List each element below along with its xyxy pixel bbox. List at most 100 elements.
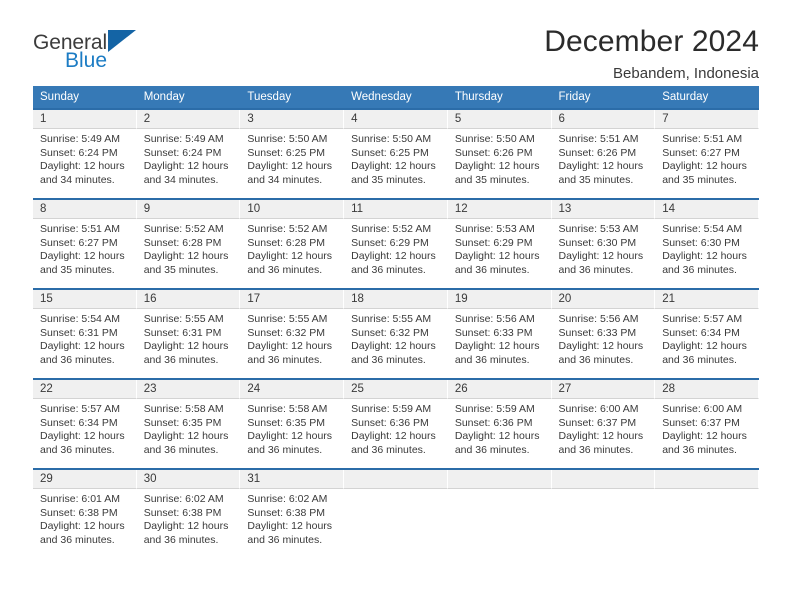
calendar-day-cell[interactable]: 20 Sunrise: 5:56 AM Sunset: 6:33 PM Dayligh… <box>551 288 656 379</box>
day-details: Sunrise: 5:50 AM Sunset: 6:25 PM Daylight:… <box>240 129 344 187</box>
day-details: Sunrise: 5:49 AM Sunset: 6:24 PM Daylight:… <box>137 129 241 187</box>
calendar-day-cell-empty <box>344 468 448 559</box>
sunrise-text: Sunrise: 6:02 AM <box>247 493 328 505</box>
sunset-text: Sunset: 6:28 PM <box>247 236 326 249</box>
calendar-day-cell[interactable]: 26 Sunrise: 5:59 AM Sunset: 6:36 PM Dayligh… <box>447 378 552 469</box>
sunset-text: Sunset: 6:38 PM <box>143 506 222 519</box>
sunrise-text: Sunrise: 5:50 AM <box>351 133 432 145</box>
sunrise-text: Sunrise: 5:51 AM <box>558 133 639 145</box>
weekday-header-wednesday: Wednesday <box>344 86 448 109</box>
day-number: 23 <box>136 380 241 399</box>
daylight-text: Daylight: 12 hours and 36 minutes. <box>40 430 125 456</box>
day-details: Sunrise: 6:00 AM Sunset: 6:37 PM Daylight:… <box>655 399 759 457</box>
day-details: Sunrise: 5:59 AM Sunset: 6:36 PM Daylight:… <box>344 399 448 457</box>
sunrise-text: Sunrise: 5:59 AM <box>454 403 535 415</box>
day-number: 7 <box>655 110 759 129</box>
daylight-text: Daylight: 12 hours and 36 minutes. <box>351 250 436 276</box>
calendar-day-cell[interactable]: 27 Sunrise: 6:00 AM Sunset: 6:37 PM Dayligh… <box>551 378 656 469</box>
sunrise-text: Sunrise: 5:49 AM <box>40 133 120 145</box>
calendar-day-cell[interactable]: 7 Sunrise: 5:51 AM Sunset: 6:27 PM Daylight… <box>655 108 759 199</box>
brand-logo[interactable]: General Blue <box>33 26 137 72</box>
sunset-text: Sunset: 6:27 PM <box>40 236 118 249</box>
calendar-week-row: 8 Sunrise: 5:51 AM Sunset: 6:27 PM Daylight… <box>33 198 759 289</box>
sunset-text: Sunset: 6:27 PM <box>662 146 740 159</box>
day-number: 12 <box>447 200 552 219</box>
day-number: 13 <box>551 200 656 219</box>
daylight-text: Daylight: 12 hours and 36 minutes. <box>40 520 125 546</box>
calendar-day-cell[interactable]: 11 Sunrise: 5:52 AM Sunset: 6:29 PM Dayligh… <box>344 198 448 289</box>
calendar-day-cell[interactable]: 1 Sunrise: 5:49 AM Sunset: 6:24 PM Daylight… <box>33 108 137 199</box>
page-header: General Blue December 2024 Bebandem, Ind… <box>0 0 792 81</box>
calendar-day-cell[interactable]: 4 Sunrise: 5:50 AM Sunset: 6:25 PM Daylight… <box>344 108 448 199</box>
calendar-day-cell[interactable]: 9 Sunrise: 5:52 AM Sunset: 6:28 PM Daylight… <box>136 198 241 289</box>
calendar-day-cell[interactable]: 8 Sunrise: 5:51 AM Sunset: 6:27 PM Daylight… <box>33 198 137 289</box>
calendar-day-cell[interactable]: 17 Sunrise: 5:55 AM Sunset: 6:32 PM Dayligh… <box>240 288 345 379</box>
calendar-day-cell[interactable]: 13 Sunrise: 5:53 AM Sunset: 6:30 PM Dayligh… <box>551 198 656 289</box>
day-number: 29 <box>33 470 137 489</box>
day-details: Sunrise: 5:57 AM Sunset: 6:34 PM Daylight:… <box>33 399 137 457</box>
day-number: 8 <box>33 200 137 219</box>
calendar-day-cell[interactable]: 6 Sunrise: 5:51 AM Sunset: 6:26 PM Daylight… <box>551 108 656 199</box>
triangle-mark-icon <box>108 30 137 52</box>
daylight-text: Daylight: 12 hours and 36 minutes. <box>662 250 747 276</box>
sunset-text: Sunset: 6:35 PM <box>247 416 326 429</box>
calendar-day-cell[interactable]: 12 Sunrise: 5:53 AM Sunset: 6:29 PM Dayligh… <box>447 198 552 289</box>
day-number <box>344 470 448 489</box>
sunset-text: Sunset: 6:32 PM <box>351 326 429 339</box>
day-number: 24 <box>240 380 345 399</box>
brand-name-blue: Blue <box>65 49 108 72</box>
day-details: Sunrise: 5:51 AM Sunset: 6:27 PM Daylight:… <box>655 129 759 187</box>
calendar-day-cell[interactable]: 15 Sunrise: 5:54 AM Sunset: 6:31 PM Dayligh… <box>33 288 137 379</box>
calendar-day-cell[interactable]: 28 Sunrise: 6:00 AM Sunset: 6:37 PM Dayligh… <box>655 378 759 469</box>
calendar-week-row: 15 Sunrise: 5:54 AM Sunset: 6:31 PM Dayligh… <box>33 288 759 379</box>
day-details: Sunrise: 6:02 AM Sunset: 6:38 PM Daylight:… <box>137 489 241 547</box>
calendar-day-cell[interactable]: 14 Sunrise: 5:54 AM Sunset: 6:30 PM Dayligh… <box>655 198 759 289</box>
calendar-day-cell[interactable]: 30 Sunrise: 6:02 AM Sunset: 6:38 PM Dayligh… <box>136 468 241 559</box>
calendar-body: 1 Sunrise: 5:49 AM Sunset: 6:24 PM Daylight… <box>33 108 759 559</box>
sunset-text: Sunset: 6:38 PM <box>40 506 118 519</box>
title-block: December 2024 Bebandem, Indonesia <box>544 26 759 81</box>
day-number: 1 <box>33 110 137 129</box>
sunrise-text: Sunrise: 5:50 AM <box>247 133 328 145</box>
calendar-day-cell[interactable]: 5 Sunrise: 5:50 AM Sunset: 6:26 PM Daylight… <box>447 108 552 199</box>
daylight-text: Daylight: 12 hours and 36 minutes. <box>454 340 540 366</box>
sunset-text: Sunset: 6:32 PM <box>247 326 326 339</box>
calendar-week-row: 1 Sunrise: 5:49 AM Sunset: 6:24 PM Daylight… <box>33 108 759 199</box>
day-number <box>551 470 656 489</box>
calendar-day-cell[interactable]: 23 Sunrise: 5:58 AM Sunset: 6:35 PM Dayligh… <box>136 378 241 469</box>
calendar-day-cell[interactable]: 3 Sunrise: 5:50 AM Sunset: 6:25 PM Daylight… <box>240 108 345 199</box>
calendar-day-cell[interactable]: 24 Sunrise: 5:58 AM Sunset: 6:35 PM Dayligh… <box>240 378 345 469</box>
calendar-page: General Blue December 2024 Bebandem, Ind… <box>0 0 792 612</box>
calendar-day-cell[interactable]: 10 Sunrise: 5:52 AM Sunset: 6:28 PM Dayligh… <box>240 198 345 289</box>
day-number: 28 <box>655 380 759 399</box>
calendar-day-cell[interactable]: 16 Sunrise: 5:55 AM Sunset: 6:31 PM Dayligh… <box>136 288 241 379</box>
daylight-text: Daylight: 12 hours and 36 minutes. <box>662 340 747 366</box>
day-details: Sunrise: 5:51 AM Sunset: 6:26 PM Daylight:… <box>552 129 656 187</box>
day-number: 14 <box>655 200 759 219</box>
daylight-text: Daylight: 12 hours and 36 minutes. <box>662 430 747 456</box>
calendar-day-cell[interactable]: 19 Sunrise: 5:56 AM Sunset: 6:33 PM Dayligh… <box>447 288 552 379</box>
sunrise-text: Sunrise: 5:53 AM <box>558 223 639 235</box>
daylight-text: Daylight: 12 hours and 36 minutes. <box>247 340 333 366</box>
calendar-day-cell[interactable]: 2 Sunrise: 5:49 AM Sunset: 6:24 PM Daylight… <box>136 108 241 199</box>
weekday-header-thursday: Thursday <box>447 86 552 109</box>
sunset-text: Sunset: 6:26 PM <box>454 146 533 159</box>
sunset-text: Sunset: 6:30 PM <box>558 236 637 249</box>
day-details: Sunrise: 5:54 AM Sunset: 6:30 PM Daylight:… <box>655 219 759 277</box>
sunrise-text: Sunrise: 5:52 AM <box>143 223 224 235</box>
sunset-text: Sunset: 6:38 PM <box>247 506 326 519</box>
calendar-day-cell[interactable]: 29 Sunrise: 6:01 AM Sunset: 6:38 PM Dayligh… <box>33 468 137 559</box>
day-details: Sunrise: 5:54 AM Sunset: 6:31 PM Daylight:… <box>33 309 137 367</box>
calendar-day-cell[interactable]: 25 Sunrise: 5:59 AM Sunset: 6:36 PM Dayligh… <box>344 378 448 469</box>
calendar-day-cell[interactable]: 18 Sunrise: 5:55 AM Sunset: 6:32 PM Dayligh… <box>344 288 448 379</box>
weekday-header-monday: Monday <box>136 86 241 109</box>
calendar-day-cell[interactable]: 21 Sunrise: 5:57 AM Sunset: 6:34 PM Dayligh… <box>655 288 759 379</box>
sunset-text: Sunset: 6:30 PM <box>662 236 740 249</box>
day-details: Sunrise: 5:59 AM Sunset: 6:36 PM Daylight:… <box>448 399 552 457</box>
day-number: 9 <box>136 200 241 219</box>
calendar-day-cell[interactable]: 22 Sunrise: 5:57 AM Sunset: 6:34 PM Dayligh… <box>33 378 137 469</box>
calendar-day-cell[interactable]: 31 Sunrise: 6:02 AM Sunset: 6:38 PM Dayligh… <box>240 468 345 559</box>
sunrise-text: Sunrise: 5:50 AM <box>454 133 535 145</box>
day-number: 5 <box>447 110 552 129</box>
weekday-header-saturday: Saturday <box>655 86 759 109</box>
